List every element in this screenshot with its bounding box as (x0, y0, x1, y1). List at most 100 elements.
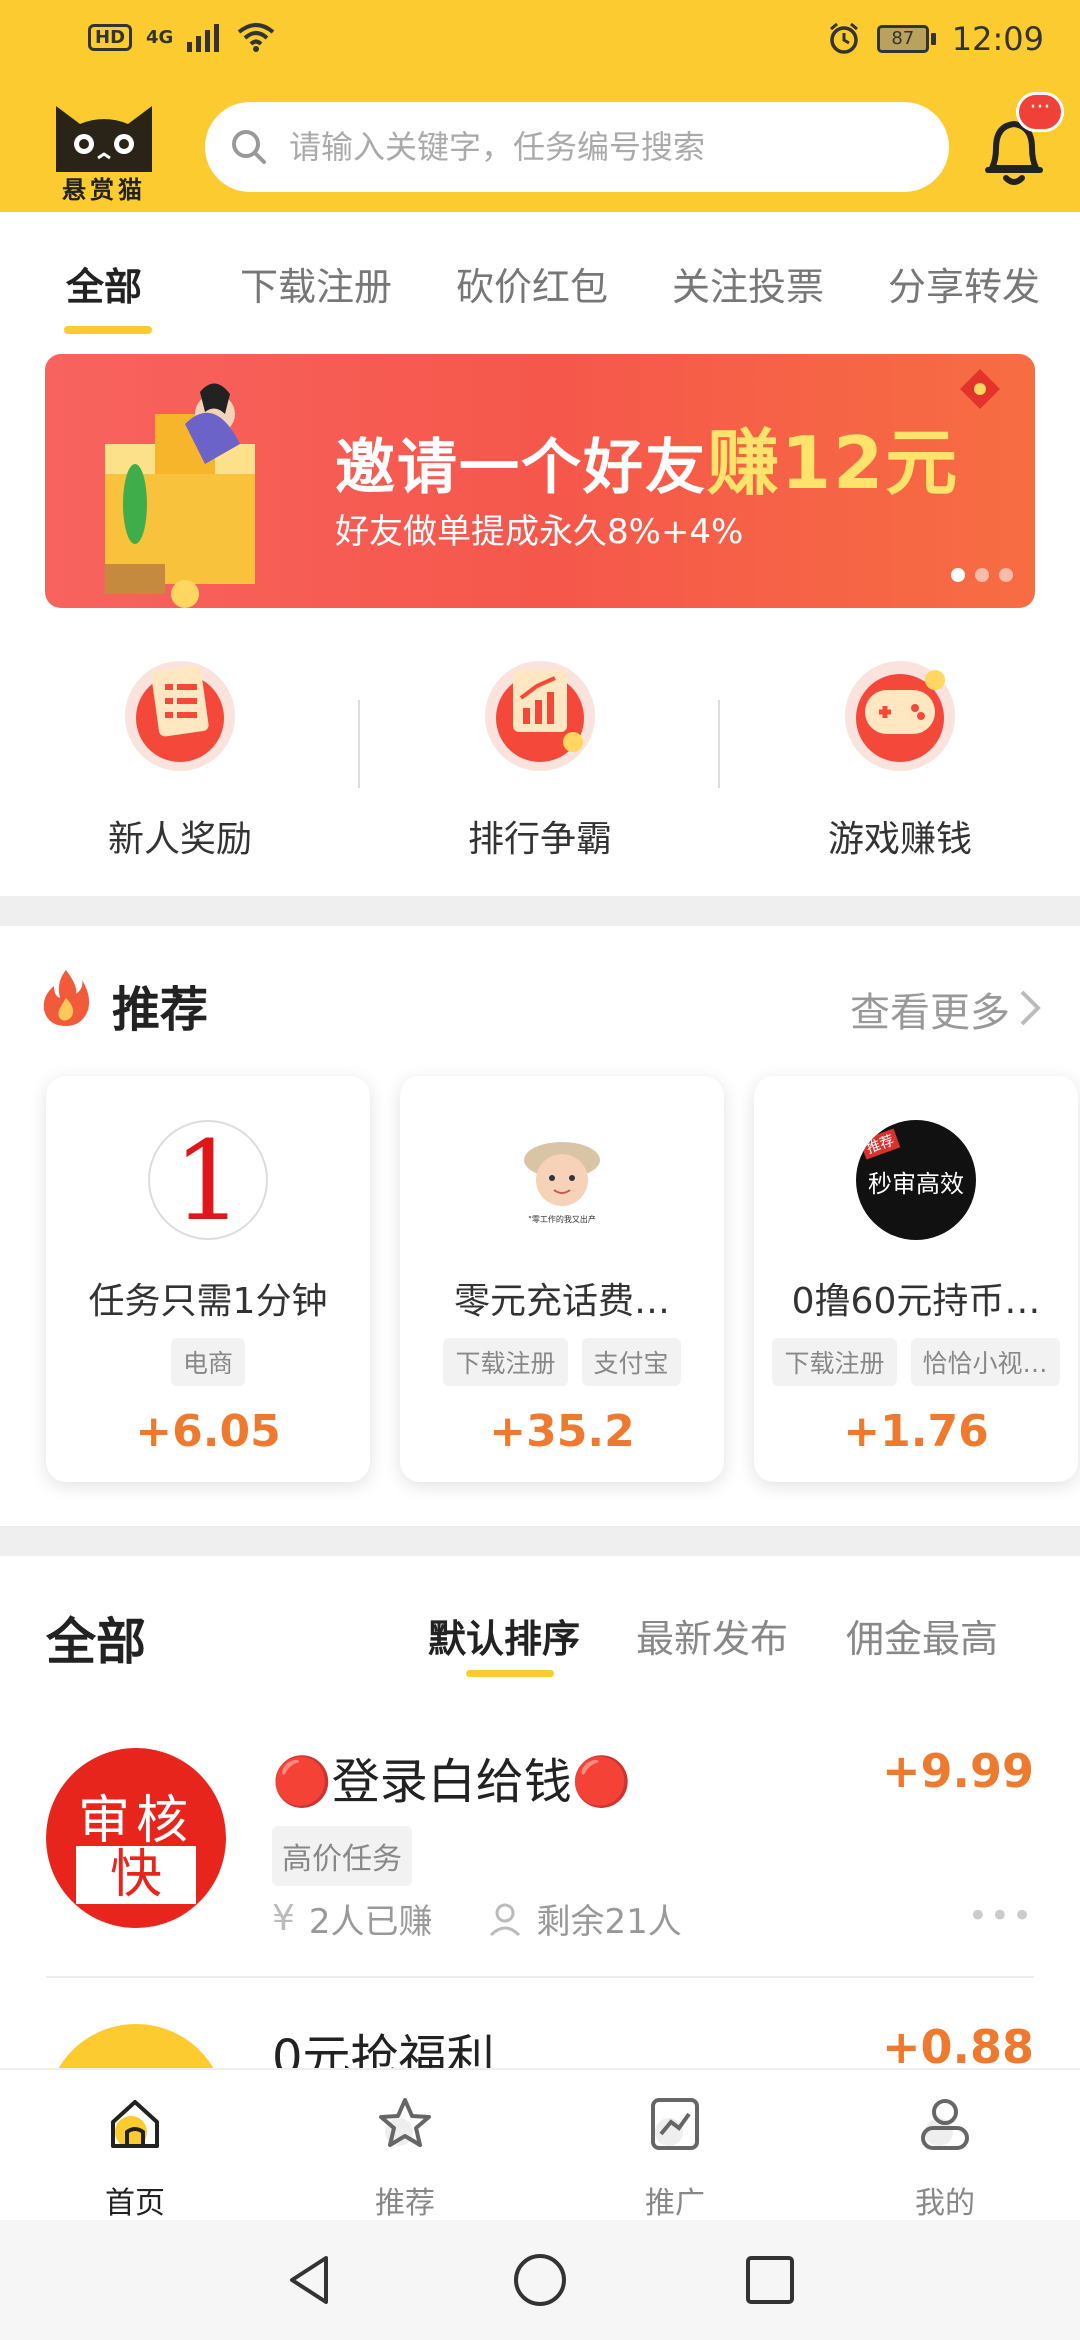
task-title: 🔴登录白给钱🔴 (272, 1754, 632, 1810)
top-header: HD 4G 87 12:09 悬赏猫 ··· (0, 0, 1080, 212)
view-more-link[interactable]: 查看更多 (850, 980, 1010, 1038)
task-avatar: 推荐 秒审高效 (856, 1120, 976, 1240)
pagination-dot (975, 568, 989, 582)
task-tag: 下载注册 (772, 1338, 897, 1386)
nav-recommend[interactable]: 推荐 (270, 2070, 540, 2222)
nav-promote[interactable]: 推广 (540, 2070, 810, 2222)
banner-title-prefix: 邀请一个好友 (335, 433, 707, 503)
recents-icon[interactable] (742, 2252, 798, 2308)
task-avatar: "零工作的我又出产 (502, 1120, 622, 1240)
home-circle-icon[interactable] (512, 2252, 568, 2308)
pagination-dot (951, 568, 965, 582)
wifi-icon (238, 23, 275, 52)
tab-all[interactable]: 全部 (66, 256, 142, 311)
task-thumbnail: 审核 快 (46, 1748, 226, 1928)
logo-text: 悬赏猫 (62, 176, 146, 204)
chevron-right-icon[interactable] (1018, 988, 1042, 1028)
gamepad-icon (845, 661, 955, 771)
pagination-dot (999, 568, 1013, 582)
tab-indicator (64, 326, 152, 334)
fire-icon (43, 970, 90, 1026)
task-meta: ¥ 2人已赚 剩余21人 (272, 1894, 682, 1943)
nav-label: 我的 (915, 2186, 975, 2221)
cat-logo-icon (56, 106, 152, 172)
avatar-text: 秒审高效 (868, 1170, 964, 1198)
document-icon (125, 661, 235, 771)
entry-ranking[interactable]: 排行争霸 (360, 630, 720, 880)
task-list-item[interactable]: 审核 快 🔴登录白给钱🔴 +9.99 高价任务 ¥ 2人已赚 剩余21人 ••• (0, 1740, 1080, 1980)
tab-follow-vote[interactable]: 关注投票 (672, 256, 824, 311)
bottom-navigation: 首页 推荐 推广 我的 (0, 2068, 1080, 2222)
entry-label: 游戏赚钱 (827, 819, 972, 860)
task-price: +0.88 (881, 2020, 1034, 2074)
status-bar: HD 4G 87 12:09 (0, 0, 1080, 84)
search-input[interactable] (289, 128, 889, 166)
banner-title-highlight: 赚12元 (707, 421, 960, 505)
entry-newbie-reward[interactable]: 新人奖励 (0, 630, 360, 880)
task-price: +9.99 (881, 1744, 1034, 1798)
envelope-icon (960, 369, 1000, 409)
all-tasks-header: 全部 默认排序 最新发布 佣金最高 (0, 1558, 1080, 1698)
nav-label: 首页 (105, 2186, 165, 2221)
clock: 12:09 (951, 20, 1044, 58)
tab-download-register[interactable]: 下载注册 (240, 256, 392, 311)
earned-count: 2人已赚 (308, 1902, 433, 1942)
user-icon (921, 2099, 969, 2150)
banner-subtitle: 好友做单提成永久8%+4% (335, 512, 744, 552)
home-icon (111, 2100, 159, 2148)
nav-label: 推广 (645, 2186, 705, 2221)
system-navigation-bar (0, 2220, 1080, 2340)
yuan-icon: ¥ (272, 1898, 295, 1939)
task-name: 0撸60元持币… (791, 1281, 1041, 1322)
nav-home[interactable]: 首页 (0, 2070, 270, 2222)
network-indicator: 4G (146, 26, 174, 48)
app-logo[interactable]: 悬赏猫 (48, 94, 160, 206)
task-tag: 下载注册 (443, 1338, 568, 1386)
task-tag: 恰恰小视… (910, 1338, 1060, 1386)
recommend-card[interactable]: 1 任务只需1分钟 电商 +6.05 (46, 1076, 370, 1482)
recommend-card[interactable]: 推荐 秒审高效 0撸60元持币… 下载注册 恰恰小视… +1.76 (754, 1076, 1078, 1482)
entry-game-earn[interactable]: 游戏赚钱 (720, 630, 1080, 880)
hd-indicator: HD (88, 23, 133, 51)
avatar-caption: 推荐 (859, 1128, 901, 1160)
trend-icon (651, 2098, 699, 2150)
all-tasks-title: 全部 (46, 1613, 146, 1671)
back-icon[interactable] (282, 2252, 338, 2308)
search-bar[interactable] (205, 102, 949, 192)
thumb-text-top: 审核 (77, 1791, 194, 1851)
task-tag: 高价任务 (272, 1826, 412, 1886)
nav-label: 推荐 (375, 2186, 435, 2221)
entry-label: 排行争霸 (467, 819, 612, 860)
task-price: +35.2 (489, 1406, 635, 1457)
task-tag: 电商 (170, 1338, 245, 1386)
sort-newest[interactable]: 最新发布 (636, 1608, 788, 1663)
task-name: 任务只需1分钟 (88, 1281, 328, 1322)
sort-indicator (466, 1670, 554, 1677)
nav-mine[interactable]: 我的 (810, 2070, 1080, 2222)
recommend-title: 推荐 (112, 982, 209, 1038)
recommend-card[interactable]: "零工作的我又出产 零元充话费… 下载注册 支付宝 +35.2 (400, 1076, 724, 1482)
sort-default[interactable]: 默认排序 (428, 1608, 580, 1663)
person-icon (489, 1903, 520, 1936)
section-gap (0, 896, 1080, 926)
star-icon (379, 2098, 431, 2147)
battery-indicator: 87 (876, 25, 936, 53)
tab-share-forward[interactable]: 分享转发 (888, 256, 1040, 311)
search-icon (232, 130, 266, 164)
sort-highest-commission[interactable]: 佣金最高 (846, 1608, 998, 1663)
signal-icon (187, 24, 220, 52)
more-options-icon[interactable]: ••• (968, 1896, 1034, 1936)
remaining-count: 剩余21人 (536, 1902, 682, 1942)
avatar-text: 1 (173, 1120, 243, 1240)
alarm-icon (829, 22, 858, 54)
notification-badge: ··· (1016, 92, 1064, 132)
battery-level: 87 (876, 25, 929, 53)
section-gap (0, 1526, 1080, 1556)
task-price: +6.05 (135, 1406, 281, 1457)
tab-bargain-redpacket[interactable]: 砍价红包 (456, 256, 608, 311)
avatar-caption: "零工作的我又出产 (528, 1215, 596, 1224)
banner-title: 邀请一个好友赚12元 (335, 404, 959, 509)
thumb-text-bottom: 快 (76, 1846, 196, 1904)
invite-banner[interactable]: 邀请一个好友赚12元 好友做单提成永久8%+4% (45, 354, 1035, 608)
chart-icon (485, 661, 595, 771)
